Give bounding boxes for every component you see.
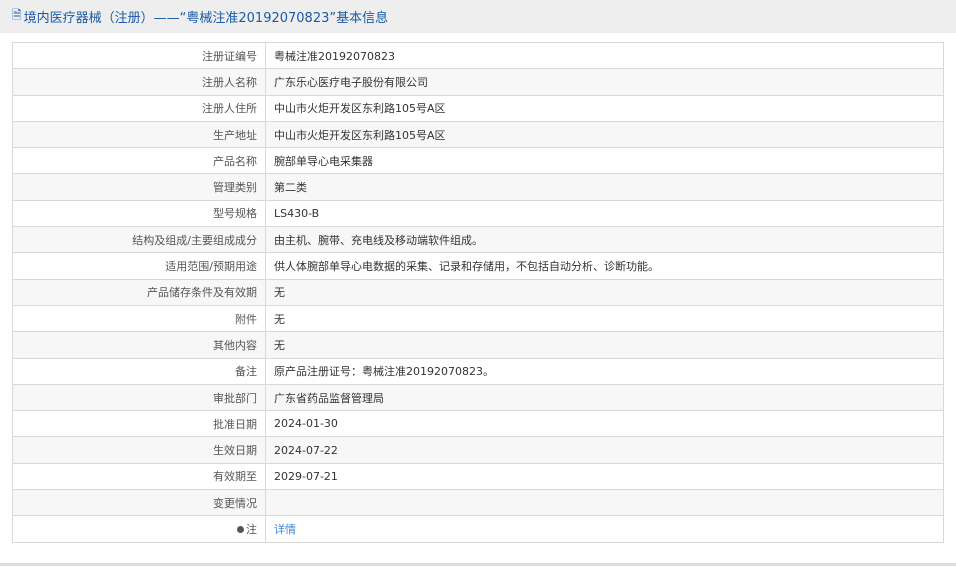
table-row: 其他内容无: [12, 331, 944, 359]
table-row: 结构及组成/主要组成成分 由主机、腕带、充电线及移动端软件组成。: [12, 226, 944, 254]
row-value: 供人体腕部单导心电数据的采集、记录和存储用，不包括自动分析、诊断功能。: [265, 252, 944, 280]
row-value: 2024-01-30: [265, 410, 944, 438]
row-value: 中山市火炬开发区东利路105号A区: [265, 94, 944, 122]
row-label: 注册人住所: [12, 94, 266, 122]
details-link[interactable]: 详情: [274, 523, 296, 536]
row-label: 其他内容: [12, 331, 266, 359]
row-value: LS430-B: [265, 199, 944, 228]
row-value: 无: [265, 278, 944, 306]
document-icon: 🗎: [12, 8, 22, 22]
table-row: 产品储存条件及有效期无: [12, 278, 944, 306]
row-value: 无: [265, 331, 944, 359]
row-value: 详情: [265, 515, 944, 543]
row-value: 2029-07-21: [265, 462, 944, 491]
table-row: 批准日期 2024-01-30: [12, 410, 944, 438]
table-row: 注册人住所 中山市火炬开发区东利路105号A区: [12, 94, 944, 122]
page-header: 🗎 境内医疗器械（注册）——“粤械注准20192070823”基本信息: [0, 0, 956, 33]
row-value: 第二类: [265, 173, 944, 201]
row-label: 型号规格: [12, 199, 266, 228]
row-label: 适用范围/预期用途: [12, 252, 266, 280]
row-label: 生产地址: [12, 120, 266, 149]
row-label: 注册人名称: [12, 68, 266, 96]
table-row-note: 注 详情: [12, 515, 944, 543]
info-table: 注册证编号 粤械注准20192070823 注册人名称 广东乐心医疗电子股份有限公司注…: [12, 41, 944, 543]
note-label: 注: [246, 522, 257, 536]
row-value: 广东省药品监督管理局: [265, 383, 944, 412]
table-row: 型号规格 LS430-B: [12, 199, 944, 228]
row-label: 附件: [12, 304, 266, 333]
row-value: 由主机、腕带、充电线及移动端软件组成。: [265, 226, 944, 254]
row-value: 粤械注准20192070823: [265, 41, 944, 70]
table-row: 适用范围/预期用途 供人体腕部单导心电数据的采集、记录和存储用，不包括自动分析、诊…: [12, 252, 944, 280]
table-row: 生效日期 2024-07-22: [12, 436, 944, 464]
table-row: 产品名称 腕部单导心电采集器: [12, 147, 944, 175]
table-row: 注册证编号 粤械注准20192070823: [12, 41, 944, 70]
row-value: 无: [265, 304, 944, 333]
row-value: 原产品注册证号：粤械注准20192070823。: [265, 357, 944, 385]
pin-icon: [237, 525, 244, 533]
row-label: 审批部门: [12, 383, 266, 412]
row-label: 产品储存条件及有效期: [12, 278, 266, 306]
table-row: 附件无: [12, 304, 944, 333]
row-label: 变更情况: [12, 489, 266, 517]
row-value: 2024-07-22: [265, 436, 944, 464]
page-title: 境内医疗器械（注册）——“粤械注准20192070823”基本信息: [23, 11, 389, 26]
row-value: 中山市火炬开发区东利路105号A区: [265, 120, 944, 149]
table-row: 变更情况: [12, 489, 944, 517]
row-label: 备注: [12, 357, 266, 385]
row-label: 批准日期: [12, 410, 266, 438]
row-value: 广东乐心医疗电子股份有限公司: [265, 68, 944, 96]
table-row: 注册人名称 广东乐心医疗电子股份有限公司: [12, 68, 944, 96]
table-row: 生产地址 中山市火炬开发区东利路105号A区: [12, 120, 944, 149]
row-value: [265, 489, 944, 517]
row-label: 产品名称: [12, 147, 266, 175]
table-row: 有效期至 2029-07-21: [12, 462, 944, 491]
table-row: 备注 原产品注册证号：粤械注准20192070823。: [12, 357, 944, 385]
table-row: 审批部门 广东省药品监督管理局: [12, 383, 944, 412]
table-row: 管理类别 第二类: [12, 173, 944, 201]
row-label: 生效日期: [12, 436, 266, 464]
row-value: 腕部单导心电采集器: [265, 147, 944, 175]
divider: [0, 563, 956, 566]
row-label: 结构及组成/主要组成成分: [12, 226, 266, 254]
row-label: 有效期至: [12, 462, 266, 491]
row-label: 注: [12, 515, 266, 543]
row-label: 管理类别: [12, 173, 266, 201]
row-label: 注册证编号: [12, 41, 266, 70]
